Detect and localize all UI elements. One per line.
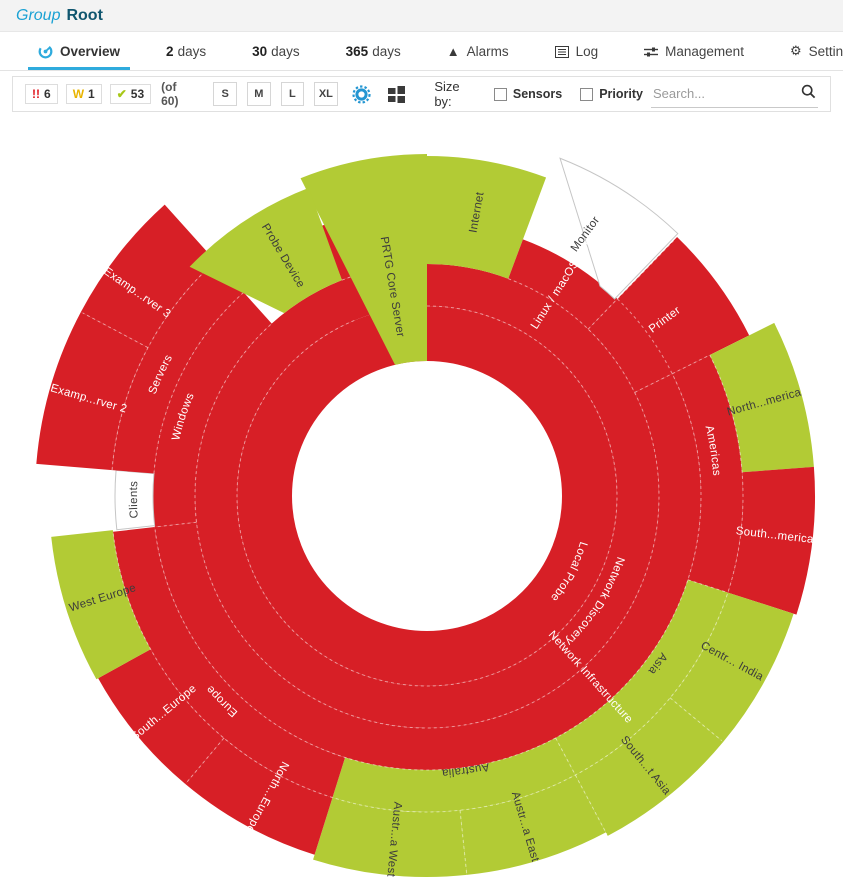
search-icon[interactable] — [801, 84, 816, 104]
error-count: 6 — [44, 87, 51, 101]
gear-icon: ⚙ — [790, 43, 802, 59]
tab-bar: Overview 2 days 30 days 365 days ▲ Alarm… — [0, 32, 843, 71]
tab-management[interactable]: Management — [634, 38, 754, 70]
status-error-pill[interactable]: !! 6 — [25, 84, 58, 104]
checkbox-icon — [580, 88, 593, 101]
size-button-s[interactable]: S — [213, 82, 237, 106]
segment-local-probe-ring[interactable] — [265, 334, 590, 659]
sensor-total: (of 60) — [161, 80, 193, 108]
sliders-icon — [644, 46, 658, 58]
breadcrumb-group-type: Group — [16, 7, 60, 25]
warning-icon: ▲ — [447, 44, 460, 59]
error-icon: !! — [32, 87, 40, 101]
toolbar: !! 6 W 1 ✔ 53 (of 60) S M L XL Size by: … — [12, 76, 831, 112]
size-button-xl[interactable]: XL — [314, 82, 338, 106]
tab-settings[interactable]: ⚙ Settings — [780, 37, 843, 70]
segment-label: Clients — [128, 481, 141, 519]
page-title: Root — [66, 7, 102, 25]
search-input[interactable] — [653, 86, 793, 101]
tab-2-days[interactable]: 2 days — [156, 38, 216, 70]
log-icon — [555, 46, 569, 58]
tab-30-days[interactable]: 30 days — [242, 38, 310, 70]
size-by-label: Size by: — [434, 79, 476, 109]
tab-alarms[interactable]: ▲ Alarms — [437, 38, 519, 70]
status-warning-pill[interactable]: W 1 — [66, 84, 102, 104]
search-field[interactable] — [651, 81, 818, 108]
sunburst-view-icon[interactable] — [350, 82, 373, 106]
ok-count: 53 — [131, 87, 144, 101]
sunburst-chart[interactable]: Local ProbeNetwork DiscoveryWindowsServe… — [0, 114, 843, 890]
warning-count: 1 — [88, 87, 95, 101]
tab-overview[interactable]: Overview — [28, 38, 130, 70]
status-ok-pill[interactable]: ✔ 53 — [110, 84, 151, 104]
check-icon: ✔ — [117, 87, 127, 101]
page-header: Group Root — [0, 0, 843, 32]
size-button-l[interactable]: L — [281, 82, 305, 106]
tab-365-days[interactable]: 365 days — [336, 38, 411, 70]
sensors-checkbox[interactable]: Sensors — [494, 87, 562, 101]
checkbox-icon — [494, 88, 507, 101]
grid-view-icon[interactable] — [385, 82, 408, 106]
priority-checkbox[interactable]: Priority — [580, 87, 643, 101]
tab-log[interactable]: Log — [545, 38, 609, 70]
size-button-m[interactable]: M — [247, 82, 271, 106]
warning-count-icon: W — [73, 87, 84, 101]
gauge-icon — [38, 44, 53, 59]
